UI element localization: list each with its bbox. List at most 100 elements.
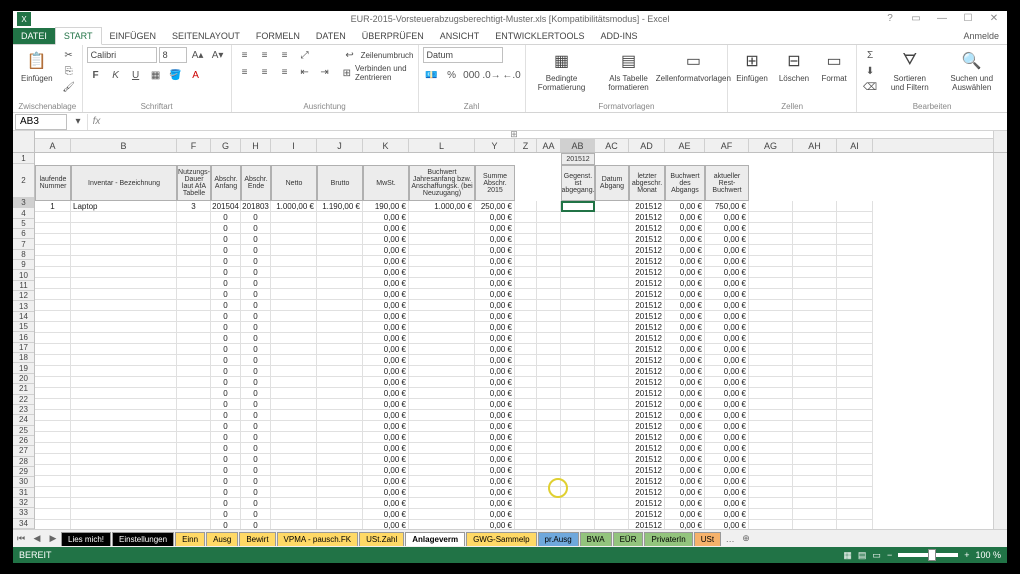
format-painter-icon[interactable]: 🖌	[60, 79, 78, 95]
cell[interactable]: 0,00 €	[363, 487, 409, 498]
cell[interactable]	[409, 212, 475, 223]
indent-dec-icon[interactable]: ⇤	[296, 64, 314, 80]
cell[interactable]: 0,00 €	[363, 443, 409, 454]
cell[interactable]	[271, 454, 317, 465]
ribbon-tab-add-ins[interactable]: ADD-INS	[592, 28, 645, 44]
cell[interactable]	[71, 520, 177, 529]
cell[interactable]	[837, 355, 873, 366]
cell[interactable]: aktueller Rest-Buchwert	[705, 165, 749, 201]
cell[interactable]	[71, 366, 177, 377]
cell[interactable]: 201512	[629, 465, 665, 476]
cell[interactable]	[595, 201, 629, 212]
cell[interactable]	[71, 300, 177, 311]
cell[interactable]: 0	[211, 355, 241, 366]
cell[interactable]: 0,00 €	[705, 256, 749, 267]
row-header-15[interactable]: 15	[13, 322, 34, 332]
row-header-24[interactable]: 24	[13, 415, 34, 425]
cell[interactable]	[317, 366, 363, 377]
sheet-tab-pr-ausg[interactable]: pr.Ausg	[538, 532, 579, 546]
cell[interactable]: 0,00 €	[475, 509, 515, 520]
cell[interactable]	[177, 289, 211, 300]
outline-expand-icon[interactable]: ⊞	[35, 131, 993, 139]
cell[interactable]: 0,00 €	[665, 476, 705, 487]
cell[interactable]	[35, 245, 71, 256]
cell[interactable]	[749, 344, 793, 355]
cell[interactable]	[35, 498, 71, 509]
cell[interactable]	[537, 388, 561, 399]
col-header-AG[interactable]: AG	[749, 139, 793, 152]
cell[interactable]: laufende Nummer	[35, 165, 71, 201]
cell[interactable]: 0,00 €	[475, 322, 515, 333]
cell[interactable]	[793, 509, 837, 520]
ribbon-tab-ansicht[interactable]: ANSICHT	[432, 28, 488, 44]
cell[interactable]: 0,00 €	[475, 300, 515, 311]
cell[interactable]: 0	[211, 311, 241, 322]
cell[interactable]	[71, 245, 177, 256]
cell[interactable]: 0,00 €	[705, 234, 749, 245]
cell[interactable]	[317, 465, 363, 476]
cell[interactable]: Gegenst. ist abgegang.	[561, 165, 595, 201]
cell[interactable]	[409, 476, 475, 487]
sheet-tab-einstellungen[interactable]: Einstellungen	[112, 532, 174, 546]
cell[interactable]: Abschr. Ende	[241, 165, 271, 201]
cell[interactable]: 0	[241, 487, 271, 498]
cell[interactable]: 201803	[241, 201, 271, 212]
ribbon-tab-start[interactable]: START	[55, 27, 102, 45]
cell[interactable]	[177, 476, 211, 487]
cell[interactable]: 0,00 €	[705, 355, 749, 366]
cell[interactable]	[537, 366, 561, 377]
zoom-slider[interactable]	[898, 553, 958, 557]
cell[interactable]: 0,00 €	[665, 322, 705, 333]
cell[interactable]: 0	[211, 520, 241, 529]
cell[interactable]	[177, 267, 211, 278]
cell[interactable]: 0,00 €	[363, 256, 409, 267]
cell[interactable]	[271, 476, 317, 487]
cell[interactable]	[749, 311, 793, 322]
col-header-J[interactable]: J	[317, 139, 363, 152]
cell[interactable]	[177, 443, 211, 454]
cell[interactable]	[595, 344, 629, 355]
cell[interactable]	[595, 355, 629, 366]
cell[interactable]	[537, 322, 561, 333]
find-select-button[interactable]: 🔍Suchen und Auswählen	[940, 47, 1003, 95]
cell[interactable]	[177, 377, 211, 388]
cell[interactable]	[561, 289, 595, 300]
cell[interactable]	[837, 377, 873, 388]
cell[interactable]: 0,00 €	[363, 377, 409, 388]
row-header-18[interactable]: 18	[13, 353, 34, 363]
ribbon-tab-überprüfen[interactable]: ÜBERPRÜFEN	[354, 28, 432, 44]
cell[interactable]	[837, 267, 873, 278]
cell[interactable]	[177, 278, 211, 289]
cell[interactable]	[409, 410, 475, 421]
cell[interactable]	[837, 454, 873, 465]
cell[interactable]	[409, 223, 475, 234]
cell[interactable]: 0	[241, 465, 271, 476]
cell[interactable]: 201512	[629, 498, 665, 509]
delete-cells-button[interactable]: ⊟Löschen	[775, 47, 813, 86]
cell[interactable]: 0,00 €	[665, 344, 705, 355]
cell[interactable]	[561, 256, 595, 267]
cell[interactable]: 0,00 €	[475, 278, 515, 289]
sheet-tab-vpma-pausch-fk[interactable]: VPMA - pausch.FK	[277, 532, 359, 546]
cell[interactable]	[515, 454, 537, 465]
cell[interactable]	[317, 498, 363, 509]
row-header-13[interactable]: 13	[13, 301, 34, 311]
cell[interactable]	[317, 377, 363, 388]
cell[interactable]	[515, 520, 537, 529]
cell[interactable]	[561, 311, 595, 322]
cell[interactable]: 0,00 €	[705, 487, 749, 498]
font-size-select[interactable]: 8	[159, 47, 187, 63]
cell[interactable]	[837, 487, 873, 498]
sheet-tab-ust-zahl[interactable]: USt.Zahl	[359, 532, 404, 546]
sheet-tab-lies-mich-[interactable]: Lies mich!	[61, 532, 111, 546]
number-format-select[interactable]: Datum	[423, 47, 503, 63]
cell[interactable]	[561, 520, 595, 529]
sheet-tab-e-r[interactable]: EÜR	[613, 532, 644, 546]
cell[interactable]	[271, 234, 317, 245]
row-header-34[interactable]: 34	[13, 519, 34, 529]
cell[interactable]	[409, 366, 475, 377]
cell[interactable]: 201512	[629, 344, 665, 355]
cell[interactable]	[749, 465, 793, 476]
cell[interactable]	[793, 388, 837, 399]
cell[interactable]: 0	[241, 278, 271, 289]
